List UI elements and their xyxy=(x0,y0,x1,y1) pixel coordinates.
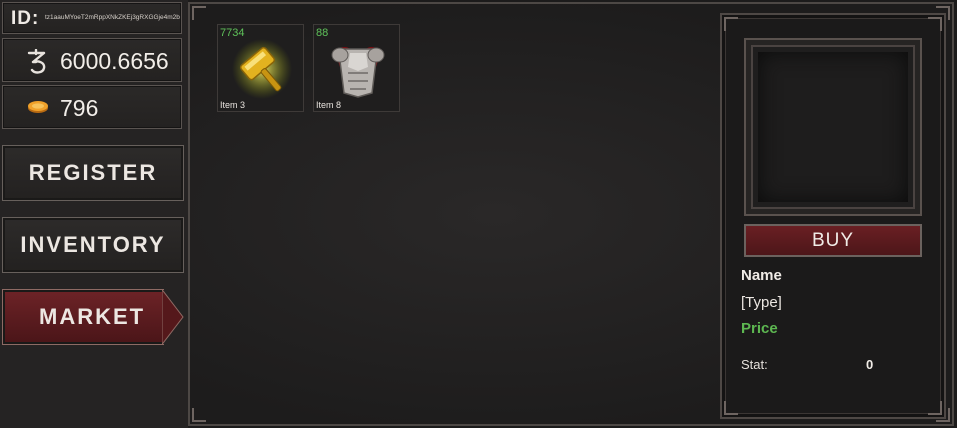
corner-ornament xyxy=(724,397,742,415)
item-preview-slot xyxy=(758,52,908,202)
register-button[interactable]: REGISTER xyxy=(2,145,184,201)
tezos-icon xyxy=(25,48,49,80)
corner-ornament xyxy=(192,6,210,24)
detail-item-price: Price xyxy=(741,320,778,337)
detail-item-name: Name xyxy=(741,267,782,284)
buy-button[interactable]: BUY xyxy=(744,224,922,257)
market-button[interactable]: MARKET xyxy=(2,289,164,345)
item-name: Item 3 xyxy=(220,100,246,110)
wallet-id-label: ID: xyxy=(11,8,40,29)
item-preview-frame xyxy=(744,38,922,216)
sidebar: ID: tz1aauMYoeT2mRppXNkZKEj3gRXGGje4m2bD… xyxy=(0,0,188,428)
tez-balance-box: 6000.6656 xyxy=(2,38,182,82)
golden-hammer-icon xyxy=(230,37,294,106)
inventory-button[interactable]: INVENTORY xyxy=(2,217,184,273)
corner-ornament xyxy=(924,397,942,415)
wallet-id-value: tz1aauMYoeT2mRppXNkZKEj3gRXGGje4m2bD xyxy=(45,14,180,21)
tez-balance-value: 6000.6656 xyxy=(60,48,169,74)
coin-balance-value: 796 xyxy=(60,95,99,121)
corner-ornament xyxy=(724,17,742,35)
corner-ornament xyxy=(924,17,942,35)
market-item-card[interactable]: 88 Item 8 xyxy=(313,24,400,112)
coin-icon xyxy=(27,100,49,119)
steel-armor-icon xyxy=(326,37,390,106)
market-item-card[interactable]: 7734 Item 3 xyxy=(217,24,304,112)
detail-item-type: [Type] xyxy=(741,294,782,311)
wallet-id-box: ID: tz1aauMYoeT2mRppXNkZKEj3gRXGGje4m2bD xyxy=(2,2,182,34)
coin-balance-box: 796 xyxy=(2,85,182,129)
detail-stat-value: 0 xyxy=(866,357,874,372)
market-arrow-icon xyxy=(162,289,184,345)
corner-ornament xyxy=(192,404,210,422)
detail-stat-label: Stat: xyxy=(741,357,768,372)
item-name: Item 8 xyxy=(316,100,342,110)
